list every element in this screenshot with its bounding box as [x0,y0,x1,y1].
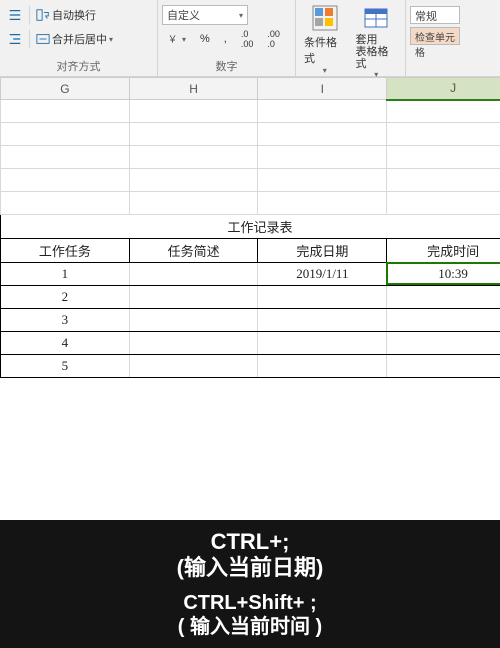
cell-time[interactable] [387,309,500,332]
merge-icon [36,32,50,46]
spreadsheet-area[interactable]: G H I J 工作记录表 工作任务 任务简述 完成日期 [0,77,500,520]
cell-desc[interactable] [129,332,258,355]
wrap-text-label: 自动换行 [52,7,96,23]
chevron-down-icon: ▾ [182,35,186,44]
table-row: 4 [1,332,500,355]
percent-button[interactable]: % [196,31,214,47]
cell[interactable] [1,100,130,123]
cell-date[interactable] [258,286,387,309]
cell-style-normal[interactable]: 常规 [410,6,460,24]
cell-time-active[interactable]: 10:39 [387,263,500,286]
number-format-value: 自定义 [167,7,200,23]
ribbon-group-alignment: 自动换行 合并后居中 ▾ 对齐方式 [0,0,158,76]
increase-decimal-button[interactable]: .0.00 [237,27,258,51]
shortcut-1: CTRL+; (输入当前日期) [177,529,324,582]
cell-task[interactable]: 1 [1,263,130,286]
cell-task[interactable]: 5 [1,355,130,378]
table-row: 1 2019/1/11 10:39 [1,263,500,286]
cell-task[interactable]: 4 [1,332,130,355]
decrease-decimal-button[interactable]: .00.0 [263,27,284,51]
cell[interactable] [258,100,387,123]
cell[interactable] [129,123,258,146]
conditional-formatting-button[interactable]: 条件格式 ▾ [300,2,350,75]
cell[interactable] [258,123,387,146]
column-header-selected[interactable]: J [387,78,500,100]
format-as-table-button[interactable]: 套用 表格格式 ▾ [352,2,402,79]
number-format-select[interactable]: 自定义 ▾ [162,5,248,25]
ribbon: 自动换行 合并后居中 ▾ 对齐方式 自定义 ▾ [0,0,500,77]
indent-icon [8,8,22,22]
cell-date[interactable] [258,355,387,378]
cell[interactable] [1,146,130,169]
cell[interactable] [1,192,130,215]
cell-time[interactable] [387,286,500,309]
cell-desc[interactable] [129,263,258,286]
spreadsheet-grid: G H I J 工作记录表 工作任务 任务简述 完成日期 [0,77,500,378]
column-header[interactable]: H [129,78,258,100]
cell[interactable] [387,123,500,146]
column-header[interactable]: I [258,78,387,100]
column-header[interactable]: G [1,78,130,100]
cell-desc[interactable] [129,309,258,332]
cell-time[interactable] [387,355,500,378]
chevron-down-icon: ▾ [323,66,327,75]
cell[interactable] [387,146,500,169]
cell-style-check[interactable]: 检查单元格 [410,27,460,45]
table-row: 3 [1,309,500,332]
cell-task[interactable]: 2 [1,286,130,309]
table-format-icon [360,2,392,34]
ribbon-group-number: 自定义 ▾ ￥▾ % , .0.00 .00.0 数字 [158,0,296,76]
table-title-cell[interactable]: 工作记录表 [1,215,500,239]
table-header-cell[interactable]: 完成时间 [387,239,500,263]
cell[interactable] [387,100,500,123]
cell[interactable] [1,123,130,146]
currency-button[interactable]: ￥▾ [162,30,190,48]
comma-button[interactable]: , [220,31,231,47]
merge-center-button[interactable]: 合并后居中 ▾ [29,29,117,49]
ribbon-group-label-number: 数字 [162,57,291,76]
shortcut-overlay: CTRL+; (输入当前日期) CTRL+Shift+ ; ( 输入当前时间 ) [0,520,500,648]
cell-desc[interactable] [129,286,258,309]
cell[interactable] [129,192,258,215]
shortcut-2: CTRL+Shift+ ; ( 输入当前时间 ) [178,591,322,639]
currency-icon: ￥ [166,32,180,46]
cell[interactable] [387,192,500,215]
chevron-down-icon: ▾ [239,11,243,20]
cell[interactable] [129,146,258,169]
ribbon-group-styles-buttons: 条件格式 ▾ 套用 表格格式 ▾ [296,0,406,76]
indent-decrease-button[interactable] [4,6,26,24]
table-row: 2 [1,286,500,309]
wrap-text-button[interactable]: 自动换行 [29,5,100,25]
table-header-cell[interactable]: 任务简述 [129,239,258,263]
cell[interactable] [387,169,500,192]
cell-date[interactable]: 2019/1/11 [258,263,387,286]
column-header-row: G H I J [1,78,500,100]
cell[interactable] [258,192,387,215]
table-header-row: 工作任务 任务简述 完成日期 完成时间 [1,239,500,263]
wrap-text-icon [36,8,50,22]
svg-text:￥: ￥ [168,35,178,46]
table-header-cell[interactable]: 工作任务 [1,239,130,263]
cell[interactable] [258,146,387,169]
indent-icon [8,32,22,46]
cond-fmt-icon [309,2,341,34]
cell[interactable] [129,169,258,192]
ribbon-group-cell-styles: 常规 检查单元格 [406,0,500,76]
table-header-cell[interactable]: 完成日期 [258,239,387,263]
ribbon-group-label-alignment: 对齐方式 [4,57,153,76]
cell-time[interactable] [387,332,500,355]
cell-date[interactable] [258,309,387,332]
chevron-down-icon: ▾ [109,35,113,44]
table-row: 5 [1,355,500,378]
cell-date[interactable] [258,332,387,355]
cell[interactable] [129,100,258,123]
cell[interactable] [258,169,387,192]
cell-desc[interactable] [129,355,258,378]
cell-task[interactable]: 3 [1,309,130,332]
cell[interactable] [1,169,130,192]
merge-center-label: 合并后居中 [52,31,107,47]
indent-increase-button[interactable] [4,30,26,48]
